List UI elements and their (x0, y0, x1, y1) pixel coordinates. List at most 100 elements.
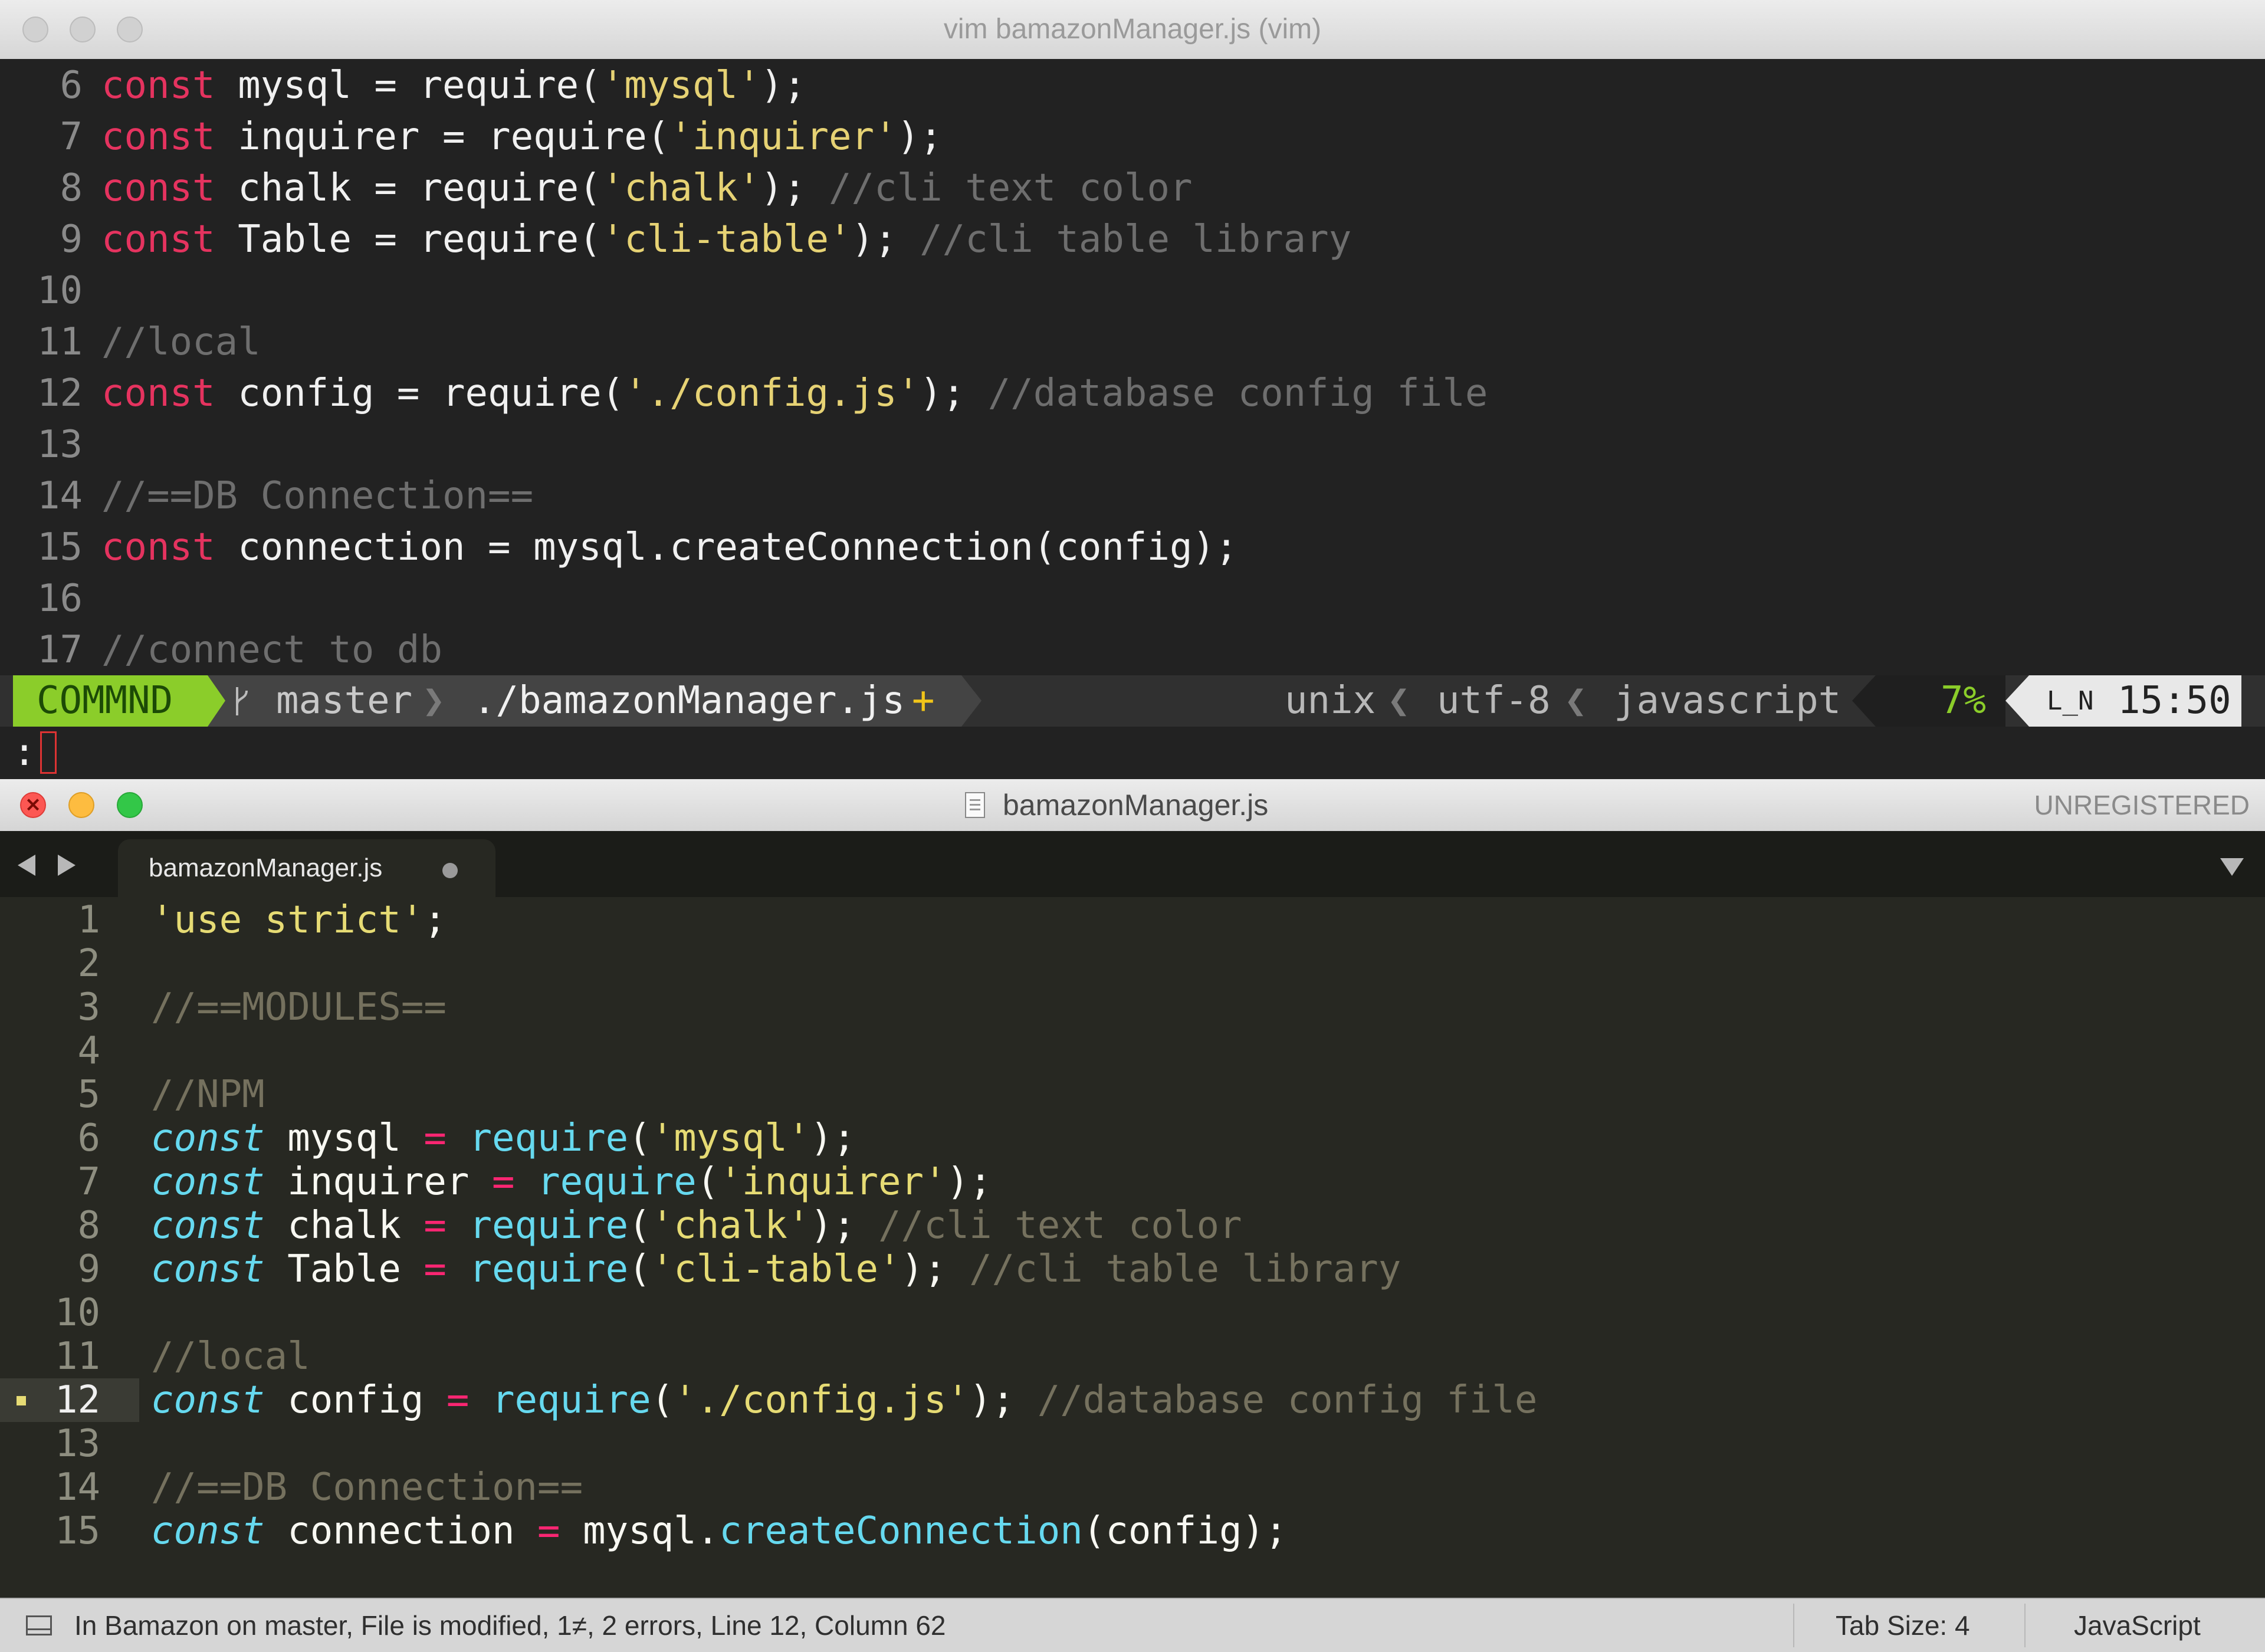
code-line[interactable]: 9 const Table = require('cli-table'); //c… (0, 214, 2265, 265)
code-line[interactable]: 6 const mysql = require('mysql'); (0, 60, 2265, 111)
code-line[interactable]: 7 const inquirer = require('inquirer'); (0, 1160, 2265, 1204)
code-token: mysql (264, 1116, 424, 1160)
code-line[interactable]: 10 (0, 1291, 2265, 1335)
code-text: const config = require('./config.js'); /… (101, 368, 1488, 419)
line-number: 12 (54, 1378, 100, 1422)
code-token: connection (264, 1509, 538, 1552)
file-type: javascript (1614, 679, 1841, 722)
code-token: //database config file (1037, 1378, 1538, 1422)
code-line[interactable]: 16 (0, 573, 2265, 625)
code-line[interactable]: 5 //NPM (0, 1073, 2265, 1116)
window-title: bamazonManager.js (1003, 789, 1269, 822)
code-line[interactable]: 4 (0, 1029, 2265, 1073)
code-token: connection = mysql.createConnection(conf… (215, 526, 1238, 569)
unsaved-dot-icon[interactable] (442, 863, 458, 878)
code-text: 'use strict'; (151, 898, 447, 942)
code-text: const Table = require('cli-table'); //cl… (101, 214, 1351, 265)
unregistered-label: UNREGISTERED (2034, 790, 2250, 820)
code-token: //database config file (987, 372, 1488, 415)
code-token: config (264, 1378, 447, 1422)
code-token: require (491, 1378, 651, 1422)
close-button[interactable]: ✕ (20, 792, 46, 818)
syntax-button[interactable]: JavaScript (2074, 1599, 2201, 1652)
zoom-button[interactable] (117, 792, 143, 818)
code-token: 'mysql' (601, 64, 761, 107)
code-token: //local (151, 1335, 310, 1378)
code-line[interactable]: 9 const Table = require('cli-table'); //c… (0, 1247, 2265, 1291)
modified-flag: + (912, 679, 935, 722)
tab-bamazonmanager[interactable]: bamazonManager.js (118, 839, 495, 897)
code-token: //==DB Connection== (101, 474, 534, 518)
code-token: ); (810, 1204, 878, 1247)
code-token: const (151, 1247, 265, 1291)
minimize-button[interactable] (68, 792, 94, 818)
code-token: //cli text color (878, 1204, 1242, 1247)
code-line[interactable]: 14 //==DB Connection== (0, 1466, 2265, 1509)
vim-code-area[interactable]: 6 const mysql = require('mysql'); 7 const i… (0, 59, 2265, 675)
tab-back-icon[interactable] (18, 855, 35, 876)
scroll-percent: 7% (1941, 679, 1987, 722)
code-line[interactable]: 3 //==MODULES== (0, 986, 2265, 1029)
code-text: const mysql = require('mysql'); (151, 1116, 855, 1160)
code-line[interactable]: 11 //local (0, 317, 2265, 368)
code-text: //==MODULES== (151, 986, 447, 1029)
code-token: ); (760, 166, 829, 210)
line-number: 3 (77, 986, 100, 1029)
tab-forward-icon[interactable] (58, 855, 76, 876)
vim-command-line[interactable]: : (0, 727, 2265, 779)
code-line[interactable]: 14 //==DB Connection== (0, 471, 2265, 522)
code-token: ( (628, 1204, 651, 1247)
code-line[interactable]: 12 const config = require('./config.js');… (0, 1378, 2265, 1422)
line-number: 8 (77, 1204, 100, 1247)
tab-label: bamazonManager.js (149, 853, 383, 882)
code-token: ); (851, 218, 920, 261)
code-token: = (537, 1509, 560, 1552)
line-number: 9 (60, 218, 83, 261)
code-text: const Table = require('cli-table'); //cl… (151, 1247, 1401, 1291)
code-token: const (151, 1204, 265, 1247)
sublime-code-area[interactable]: 1 'use strict'; 2 3 //==MODULES== 4 5 //NPM 6 con… (0, 897, 2265, 1552)
code-line[interactable]: 10 (0, 265, 2265, 317)
code-line[interactable]: 13 (0, 419, 2265, 471)
code-line[interactable]: 8 const chalk = require('chalk'); //cli t… (0, 1204, 2265, 1247)
code-token: mysql = require( (215, 64, 602, 107)
cursor-position: 15:50 (2118, 679, 2231, 722)
tab-size-button[interactable]: Tab Size: 4 (1836, 1599, 1970, 1652)
code-token: 'inquirer' (669, 115, 897, 159)
code-text: //NPM (151, 1073, 265, 1116)
panel-toggle-icon[interactable] (26, 1615, 52, 1635)
code-line[interactable]: 17 //connect to db (0, 625, 2265, 676)
line-number: 7 (60, 115, 83, 159)
code-token: ); (760, 64, 806, 107)
code-line[interactable]: 2 (0, 942, 2265, 986)
code-token: chalk = require( (215, 166, 602, 210)
code-line[interactable]: 15 const connection = mysql.createConnect… (0, 522, 2265, 573)
code-token: = (446, 1378, 470, 1422)
line-number: 14 (37, 474, 83, 518)
code-line[interactable]: 6 const mysql = require('mysql'); (0, 1116, 2265, 1160)
code-line[interactable]: 7 const inquirer = require('inquirer'); (0, 111, 2265, 163)
code-token: //==MODULES== (151, 986, 447, 1029)
sublime-statusbar: In Bamazon on master, File is modified, … (0, 1598, 2265, 1652)
code-token: const (101, 372, 215, 415)
tab-dropdown-icon[interactable] (2220, 858, 2244, 876)
code-token: //cli text color (829, 166, 1193, 210)
code-line[interactable]: 11 //local (0, 1335, 2265, 1378)
git-branch-icon (236, 687, 248, 715)
code-token: ( (651, 1378, 674, 1422)
code-line[interactable]: 8 const chalk = require('chalk'); //cli t… (0, 163, 2265, 214)
code-line[interactable]: 13 (0, 1422, 2265, 1466)
tab-bar: bamazonManager.js (0, 831, 2265, 897)
line-number: 13 (37, 423, 83, 467)
code-token: //cli table library (920, 218, 1352, 261)
code-token: inquirer (264, 1160, 492, 1204)
code-text: const config = require('./config.js'); /… (151, 1378, 1537, 1422)
code-line[interactable]: 1 'use strict'; (0, 898, 2265, 942)
separator-icon: ❮ (1564, 679, 1587, 722)
code-line[interactable]: 12 const config = require('./config.js');… (0, 368, 2265, 419)
code-token: require (469, 1204, 629, 1247)
separator-icon: ❮ (1387, 679, 1410, 722)
line-number: 11 (37, 320, 83, 364)
code-token: inquirer = require( (215, 115, 670, 159)
code-line[interactable]: 15 const connection = mysql.createConnect… (0, 1509, 2265, 1552)
